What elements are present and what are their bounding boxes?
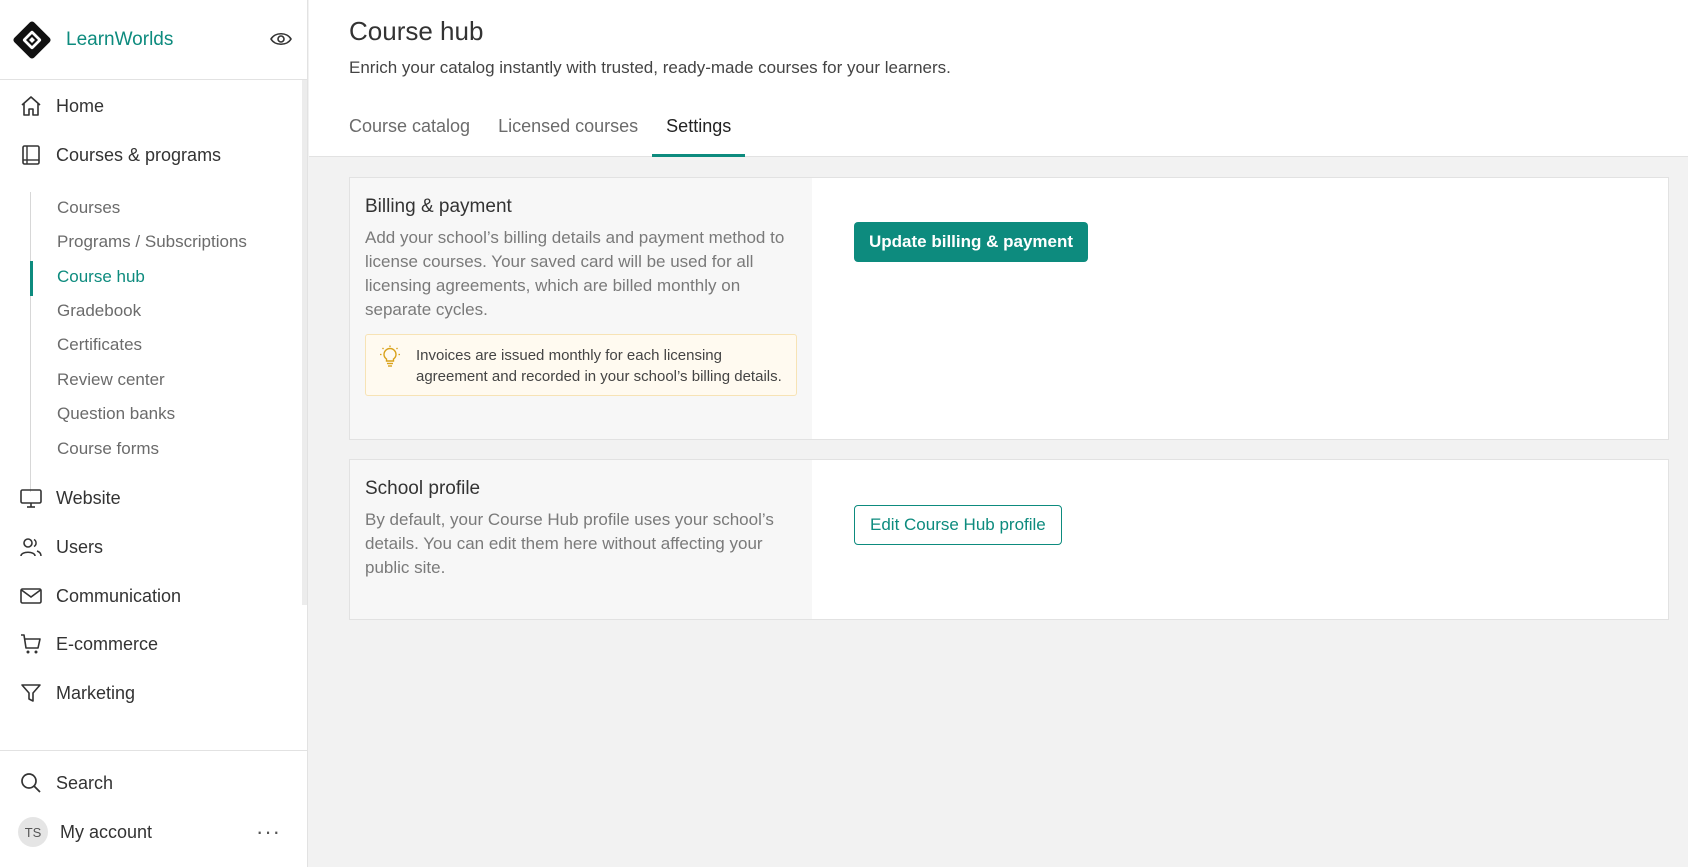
sidebar-item-label: E-commerce xyxy=(56,633,159,654)
sidebar-bottom: Search TS My account ··· xyxy=(0,750,307,867)
search-icon xyxy=(18,770,44,796)
update-billing-button[interactable]: Update billing & payment xyxy=(854,222,1089,262)
learnworlds-logo-icon[interactable] xyxy=(12,20,52,60)
sidebar-item-website[interactable]: Website xyxy=(0,476,307,520)
cart-icon xyxy=(18,631,44,657)
sidebar-scrollbar[interactable] xyxy=(302,80,307,605)
sidebar-item-my-account[interactable]: TS My account ··· xyxy=(0,810,307,854)
book-icon xyxy=(18,142,44,168)
billing-info: Billing & payment Add your school’s bill… xyxy=(350,178,812,439)
subnav-item-course-forms[interactable]: Course forms xyxy=(31,433,291,465)
tab-settings[interactable]: Settings xyxy=(652,112,746,157)
edit-profile-button[interactable]: Edit Course Hub profile xyxy=(854,505,1062,545)
tab-course-catalog[interactable]: Course catalog xyxy=(349,112,484,157)
billing-card: Billing & payment Add your school’s bill… xyxy=(349,177,1669,440)
lightbulb-icon xyxy=(378,345,402,369)
sidebar-item-label: My account xyxy=(60,821,153,842)
brand-header: LearnWorlds xyxy=(0,0,307,80)
page-header: Course hub Enrich your catalog instantly… xyxy=(309,0,1688,157)
billing-description: Add your school’s billing details and pa… xyxy=(365,228,785,319)
sidebar-nav: Home Courses & programs Courses Programs… xyxy=(0,80,307,750)
brand-name[interactable]: LearnWorlds xyxy=(66,29,173,51)
sidebar-item-communication[interactable]: Communication xyxy=(0,574,307,618)
sidebar-item-label: Communication xyxy=(56,585,182,606)
sidebar-item-courses-programs[interactable]: Courses & programs xyxy=(0,133,307,177)
subnav-item-programs[interactable]: Programs / Subscriptions xyxy=(31,226,291,258)
main-content: Course hub Enrich your catalog instantly… xyxy=(309,0,1688,867)
subnav-item-gradebook[interactable]: Gradebook xyxy=(31,295,291,327)
sidebar-item-label: Website xyxy=(56,487,121,508)
sidebar-item-label: Home xyxy=(56,95,105,116)
avatar: TS xyxy=(18,817,48,847)
billing-tip-text: Invoices are issued monthly for each lic… xyxy=(416,347,782,385)
sidebar-item-label: Users xyxy=(56,536,104,557)
page-title: Course hub xyxy=(349,16,484,46)
subnav-item-question-banks[interactable]: Question banks xyxy=(31,398,291,430)
sidebar-item-search[interactable]: Search xyxy=(0,761,307,805)
users-icon xyxy=(18,534,44,560)
sidebar-item-label: Marketing xyxy=(56,682,136,703)
sidebar-item-label: Search xyxy=(56,772,114,793)
sidebar-item-home[interactable]: Home xyxy=(0,84,307,128)
home-icon xyxy=(18,93,44,119)
profile-info: School profile By default, your Course H… xyxy=(350,460,812,619)
billing-title: Billing & payment xyxy=(365,196,512,217)
profile-description: By default, your Course Hub profile uses… xyxy=(365,510,774,577)
tab-licensed-courses[interactable]: Licensed courses xyxy=(484,112,652,157)
funnel-icon xyxy=(18,680,44,706)
mail-icon xyxy=(18,583,44,609)
sidebar-item-users[interactable]: Users xyxy=(0,525,307,569)
profile-actions: Edit Course Hub profile xyxy=(812,460,1668,619)
school-profile-card: School profile By default, your Course H… xyxy=(349,459,1669,620)
tab-bar: Course catalog Licensed courses Settings xyxy=(349,112,746,157)
more-options-icon[interactable]: ··· xyxy=(256,819,281,845)
billing-tip: Invoices are issued monthly for each lic… xyxy=(365,334,797,396)
courses-subnav: Courses Programs / Subscriptions Course … xyxy=(30,192,290,492)
monitor-icon xyxy=(18,485,44,511)
sidebar-item-label: Courses & programs xyxy=(56,144,222,165)
subnav-item-certificates[interactable]: Certificates xyxy=(31,329,291,361)
sidebar-item-marketing[interactable]: Marketing xyxy=(0,671,307,715)
page-subtitle: Enrich your catalog instantly with trust… xyxy=(349,58,951,77)
billing-actions: Update billing & payment xyxy=(812,178,1668,439)
subnav-item-review-center[interactable]: Review center xyxy=(31,364,291,396)
subnav-item-course-hub[interactable]: Course hub xyxy=(30,261,291,296)
profile-title: School profile xyxy=(365,478,481,499)
sidebar: LearnWorlds Home Courses & programs Cour… xyxy=(0,0,308,867)
sidebar-item-ecommerce[interactable]: E-commerce xyxy=(0,622,307,666)
preview-eye-icon[interactable] xyxy=(269,27,293,51)
subnav-item-courses[interactable]: Courses xyxy=(31,192,291,224)
